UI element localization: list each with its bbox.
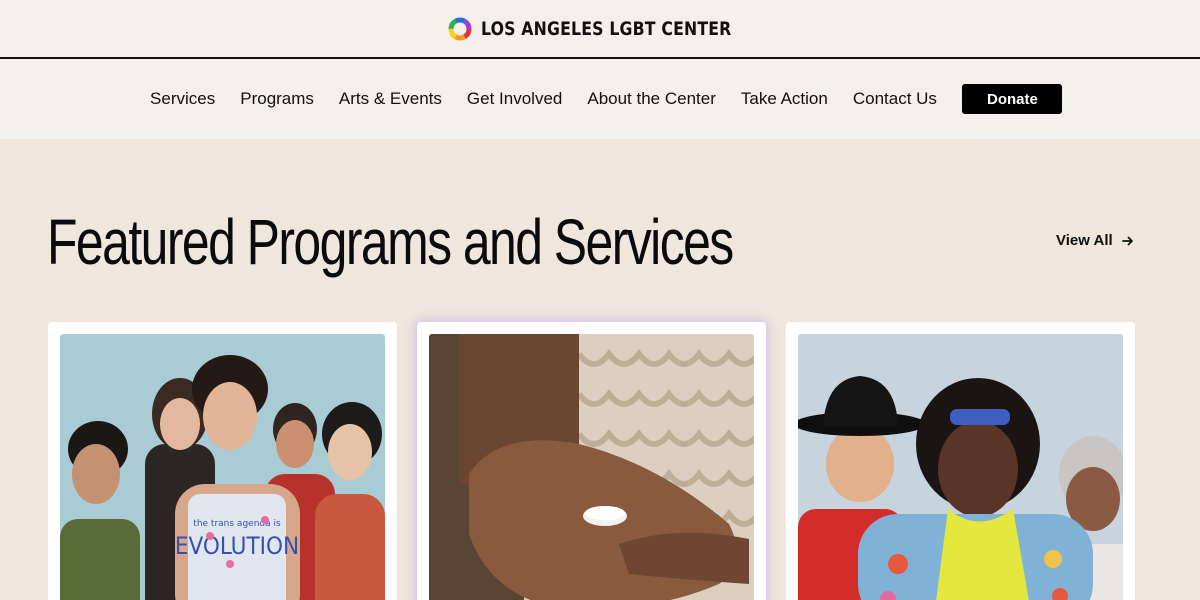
hand-holding-pill-photo bbox=[429, 334, 754, 600]
logo-text: LOS ANGELES LGBT CENTER bbox=[480, 17, 732, 40]
svg-text:EVOLUTION: EVOLUTION bbox=[175, 532, 299, 560]
arrow-right-icon bbox=[1121, 236, 1133, 245]
program-card[interactable] bbox=[786, 322, 1135, 600]
site-header: LOS ANGELES LGBT CENTER bbox=[0, 0, 1200, 59]
program-card[interactable] bbox=[417, 322, 766, 600]
nav-item-get-involved[interactable]: Get Involved bbox=[454, 89, 574, 109]
site-logo[interactable]: LOS ANGELES LGBT CENTER bbox=[447, 16, 753, 42]
nav-item-contact-us[interactable]: Contact Us bbox=[840, 89, 949, 109]
group-of-young-people-photo: the trans agenda is EVOLUTION bbox=[60, 334, 385, 600]
older-adults-portrait-photo bbox=[798, 334, 1123, 600]
nav-list: Services Programs Arts & Events Get Invo… bbox=[138, 84, 1063, 114]
nav-item-arts-events[interactable]: Arts & Events bbox=[326, 89, 454, 109]
rainbow-ring-icon bbox=[448, 17, 472, 40]
program-card[interactable]: the trans agenda is EVOLUTION bbox=[48, 322, 397, 600]
view-all-link[interactable]: View All bbox=[1056, 232, 1134, 249]
nav-item-services[interactable]: Services bbox=[138, 89, 228, 109]
nav-item-about-the-center[interactable]: About the Center bbox=[575, 89, 729, 109]
view-all-label: View All bbox=[1056, 232, 1113, 249]
section-title: Featured Programs and Services bbox=[47, 206, 734, 278]
nav-item-programs[interactable]: Programs bbox=[228, 89, 327, 109]
main-navigation: Services Programs Arts & Events Get Invo… bbox=[0, 59, 1200, 139]
nav-item-take-action[interactable]: Take Action bbox=[728, 89, 840, 109]
donate-button[interactable]: Donate bbox=[962, 84, 1063, 114]
